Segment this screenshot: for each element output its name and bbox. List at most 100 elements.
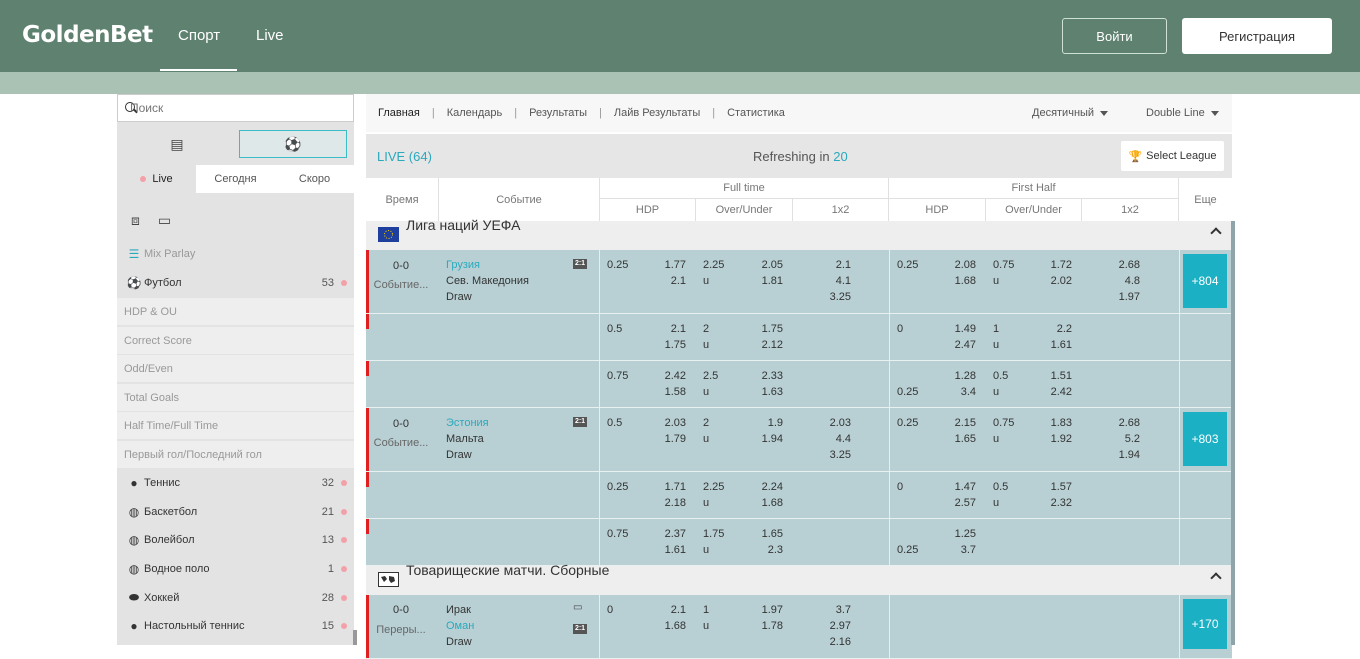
odds-value[interactable]: 3.7 [946, 542, 976, 558]
odds-value[interactable]: 1.68 [656, 618, 686, 634]
tab-live[interactable]: Live [117, 165, 196, 193]
odds-value[interactable]: 2.08 [946, 257, 976, 273]
logo[interactable]: GoldenBet [22, 22, 153, 48]
table-scrollbar[interactable] [1231, 221, 1235, 645]
odds-value[interactable]: 2.18 [656, 495, 686, 511]
odds-value[interactable]: 1.61 [1042, 337, 1072, 353]
odds-value[interactable]: 2.02 [1042, 273, 1072, 289]
odds-value[interactable]: 1.51 [1042, 368, 1072, 384]
sidebar-item-htft[interactable]: Half Time/Full Time [117, 412, 354, 439]
odds-value[interactable]: 2.16 [821, 634, 851, 650]
sidebar-item-correct-score[interactable]: Correct Score [117, 327, 354, 354]
odds-value[interactable]: 4.4 [821, 431, 851, 447]
more-markets-button[interactable]: +803 [1183, 412, 1227, 466]
field-icon[interactable]: ⧈ [131, 212, 140, 229]
sidebar-item-basketball[interactable]: ◍ Баскетбол 21 [117, 498, 354, 525]
odds-value[interactable]: 2.1 [656, 273, 686, 289]
odds-value[interactable]: 2.05 [753, 257, 783, 273]
odds-value[interactable]: 1.63 [753, 384, 783, 400]
odds-value[interactable]: 1.47 [946, 479, 976, 495]
league-header[interactable]: Лига наций УЕФА [366, 217, 1232, 250]
sidebar-item-first-last-goal[interactable]: Первый гол/Последний гол [117, 441, 354, 468]
tab-today[interactable]: Сегодня [196, 165, 275, 193]
select-league-button[interactable]: 🏆 Select League [1121, 141, 1224, 171]
home-team[interactable]: Ирак [446, 602, 471, 618]
odds-value[interactable]: 1.65 [946, 431, 976, 447]
odds-value[interactable]: 2.33 [753, 368, 783, 384]
odds-value[interactable]: 1.75 [656, 337, 686, 353]
odds-value[interactable]: 2.97 [821, 618, 851, 634]
more-markets-button[interactable]: +170 [1183, 599, 1227, 649]
away-team[interactable]: Мальта [446, 431, 484, 447]
odds-value[interactable]: 1.77 [656, 257, 686, 273]
odds-value[interactable]: 1.71 [656, 479, 686, 495]
odds-value[interactable]: 2.68 [1110, 415, 1140, 431]
sidebar-item-football[interactable]: ⚽ Футбол 53 [117, 269, 354, 296]
odds-value[interactable]: 1.79 [656, 431, 686, 447]
sidebar-item-tennis[interactable]: ● Теннис 32 [117, 469, 354, 496]
odds-value[interactable]: 2.03 [656, 415, 686, 431]
sidebar-item-hockey[interactable]: ⬬ Хоккей 28 [117, 584, 354, 611]
home-team[interactable]: Эстония [446, 415, 489, 431]
breadcrumb-statistics[interactable]: Статистика [727, 107, 785, 119]
odds-value[interactable]: 5.2 [1110, 431, 1140, 447]
odds-value[interactable]: 2.03 [821, 415, 851, 431]
search-input[interactable] [130, 101, 330, 115]
sidebar-item-hdp-ou[interactable]: HDP & OU [117, 298, 354, 325]
list-view-button[interactable]: ▤ [117, 130, 237, 158]
odds-value[interactable]: 1.97 [1110, 289, 1140, 305]
sidebar-item-volleyball[interactable]: ◍ Волейбол 13 [117, 526, 354, 553]
sidebar-item-total-goals[interactable]: Total Goals [117, 384, 354, 411]
odds-value[interactable]: 1.97 [753, 602, 783, 618]
nav-live[interactable]: Live [256, 27, 284, 44]
line-mode-select[interactable]: Double Line [1146, 107, 1219, 119]
odds-value[interactable]: 3.25 [821, 447, 851, 463]
sidebar-item-water-polo[interactable]: ◍ Водное поло 1 [117, 555, 354, 582]
odds-value[interactable]: 2.15 [946, 415, 976, 431]
league-header[interactable]: Товарищеские матчи. Сборные [366, 562, 1232, 595]
chevron-up-icon[interactable] [1210, 227, 1222, 239]
sidebar-item-mix-parlay[interactable]: ☰ Mix Parlay [117, 240, 354, 267]
odds-value[interactable]: 3.25 [821, 289, 851, 305]
odds-value[interactable]: 2.1 [656, 321, 686, 337]
sidebar-item-table-tennis[interactable]: ● Настольный теннис 15 [117, 612, 354, 639]
login-button[interactable]: Войти [1062, 18, 1167, 54]
odds-value[interactable]: 1.9 [753, 415, 783, 431]
more-markets-button[interactable]: +804 [1183, 254, 1227, 308]
breadcrumb-calendar[interactable]: Календарь [447, 107, 503, 119]
sidebar-item-odd-even[interactable]: Odd/Even [117, 355, 354, 382]
chevron-up-icon[interactable] [1210, 572, 1222, 584]
breadcrumb-live-results[interactable]: Лайв Результаты [614, 107, 700, 119]
odds-value[interactable]: 2.32 [1042, 495, 1072, 511]
odds-value[interactable]: 1.92 [1042, 431, 1072, 447]
nav-sport[interactable]: Спорт [178, 27, 220, 44]
search-box[interactable] [117, 94, 354, 122]
breadcrumb-results[interactable]: Результаты [529, 107, 587, 119]
sport-view-button[interactable]: ⚽ [239, 130, 347, 158]
odds-value[interactable]: 1.25 [946, 526, 976, 542]
odds-value[interactable]: 1.65 [753, 526, 783, 542]
tv-icon[interactable]: ▭ [158, 212, 171, 229]
sidebar-scrollbar[interactable] [353, 630, 357, 645]
odds-value[interactable]: 1.81 [753, 273, 783, 289]
odds-value[interactable]: 1.94 [1110, 447, 1140, 463]
odds-value[interactable]: 1.83 [1042, 415, 1072, 431]
odds-value[interactable]: 2.47 [946, 337, 976, 353]
odds-value[interactable]: 1.49 [946, 321, 976, 337]
odds-value[interactable]: 1.78 [753, 618, 783, 634]
odds-value[interactable]: 3.4 [946, 384, 976, 400]
odds-value[interactable]: 1.68 [753, 495, 783, 511]
odds-value[interactable]: 2.12 [753, 337, 783, 353]
odds-value[interactable]: 2.2 [1042, 321, 1072, 337]
odds-format-select[interactable]: Десятичный [1032, 107, 1109, 119]
odds-value[interactable]: 2.57 [946, 495, 976, 511]
odds-value[interactable]: 1.75 [753, 321, 783, 337]
odds-value[interactable]: 2.68 [1110, 257, 1140, 273]
odds-value[interactable]: 4.1 [821, 273, 851, 289]
odds-value[interactable]: 2.1 [656, 602, 686, 618]
odds-value[interactable]: 1.28 [946, 368, 976, 384]
odds-value[interactable]: 1.72 [1042, 257, 1072, 273]
breadcrumb-home[interactable]: Главная [378, 107, 420, 119]
odds-value[interactable]: 2.1 [821, 257, 851, 273]
odds-value[interactable]: 4.8 [1110, 273, 1140, 289]
